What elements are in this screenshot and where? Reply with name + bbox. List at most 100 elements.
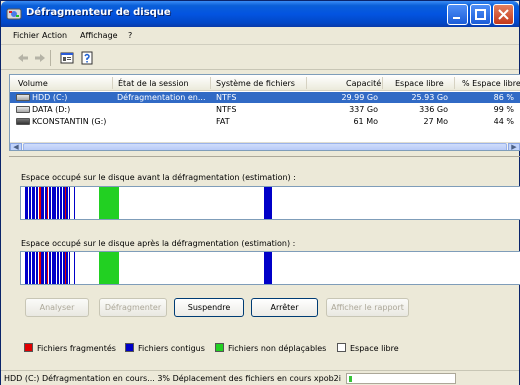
volume-free-percent: 99 % — [493, 105, 514, 114]
volume-free-percent: 44 % — [493, 117, 514, 126]
toolbar — [1, 46, 519, 70]
volume-status: Défragmentation en... — [117, 93, 206, 102]
contiguous-block — [69, 252, 70, 284]
defrag-progress-bar — [346, 373, 456, 384]
volume-filesystem: FAT — [216, 117, 230, 126]
scroll-left-button[interactable]: ◀ — [10, 143, 22, 150]
volume-capacity: 337 Go — [349, 105, 378, 114]
legend-unmovable-label: Fichiers non déplaçables — [228, 344, 327, 353]
volume-name: KCONSTANTIN (G:) — [32, 117, 107, 126]
defrag-progress-fill — [349, 376, 352, 382]
column-divider[interactable] — [306, 77, 307, 89]
suspend-button[interactable]: Suspendre — [174, 298, 244, 317]
hard-drive-icon — [16, 94, 30, 101]
legend-free-label: Espace libre — [350, 344, 399, 353]
legend-fragmented: Fichiers fragmentés — [24, 343, 116, 355]
menu-fichier[interactable]: Fichier — [13, 31, 39, 40]
contiguous-block — [25, 187, 28, 219]
maximize-button[interactable] — [470, 4, 491, 25]
contiguous-block — [49, 187, 51, 219]
defragment-button[interactable]: Défragmenter — [99, 298, 167, 317]
menu-affichage[interactable]: Affichage — [80, 31, 118, 40]
status-text: HDD (C:) Défragmentation en cours... 3% … — [4, 374, 341, 383]
contiguous-block — [74, 187, 75, 219]
back-arrow-icon[interactable] — [15, 50, 31, 66]
volume-free: 336 Go — [419, 105, 448, 114]
contiguous-block — [74, 252, 75, 284]
volume-row[interactable]: KCONSTANTIN (G:) FAT 61 Mo 27 Mo 44 % — [10, 116, 520, 127]
contiguous-block — [41, 252, 44, 284]
scroll-thumb[interactable] — [23, 143, 507, 150]
menu-help[interactable]: ? — [128, 31, 132, 40]
contiguous-block — [264, 187, 272, 219]
column-filesystem[interactable]: Système de fichiers — [216, 79, 295, 88]
contiguous-block — [41, 187, 44, 219]
contiguous-block — [32, 187, 35, 219]
contiguous-block — [29, 187, 31, 219]
pane-divider[interactable] — [9, 156, 520, 157]
contiguous-block — [29, 252, 31, 284]
legend-fragmented-label: Fichiers fragmentés — [37, 344, 116, 353]
contiguous-block — [264, 252, 272, 284]
window-title: Défragmenteur de disque — [26, 7, 171, 18]
menu-action[interactable]: Action — [42, 31, 67, 40]
contiguous-block — [32, 252, 35, 284]
volume-name: HDD (C:) — [32, 93, 68, 102]
contiguous-block — [25, 252, 28, 284]
volume-free-percent: 86 % — [493, 93, 514, 102]
menu-bar: Fichier Action Affichage ? — [1, 27, 519, 45]
column-divider[interactable] — [210, 77, 211, 89]
contiguous-block — [60, 252, 62, 284]
column-free-space[interactable]: Espace libre — [395, 79, 444, 88]
unmovable-block — [99, 252, 119, 284]
column-divider[interactable] — [382, 77, 383, 89]
properties-icon[interactable] — [59, 50, 75, 66]
contiguous-block — [57, 187, 59, 219]
contiguous-block — [36, 252, 38, 284]
legend-contiguous: Fichiers contigus — [125, 343, 205, 355]
fragmented-block — [47, 187, 48, 219]
maximize-icon — [475, 9, 486, 20]
volume-free: 25.93 Go — [411, 93, 448, 102]
unmovable-swatch — [215, 343, 224, 352]
help-icon[interactable] — [79, 50, 95, 66]
volume-free: 27 Mo — [423, 117, 448, 126]
contiguous-block — [52, 252, 56, 284]
column-capacity[interactable]: Capacité — [346, 79, 381, 88]
scroll-right-button[interactable]: ▶ — [508, 143, 520, 150]
column-divider[interactable] — [112, 77, 113, 89]
view-report-button[interactable]: Afficher le rapport — [326, 298, 409, 317]
volume-list[interactable]: Volume État de la session Système de fic… — [9, 74, 520, 151]
forward-arrow-icon[interactable] — [32, 50, 48, 66]
fragmented-swatch — [24, 343, 33, 352]
volume-name: DATA (D:) — [32, 105, 71, 114]
volume-filesystem: NTFS — [216, 105, 237, 114]
defrag-window: Défragmenteur de disque Fichier Action A… — [0, 0, 520, 385]
analyse-button[interactable]: Analyser — [25, 298, 89, 317]
disk-map-after — [20, 251, 520, 285]
contiguous-swatch — [125, 343, 134, 352]
minimize-button[interactable] — [447, 4, 468, 25]
fragmented-block — [47, 252, 48, 284]
volume-filesystem: NTFS — [216, 93, 237, 102]
contiguous-block — [36, 187, 38, 219]
volume-capacity: 61 Mo — [353, 117, 378, 126]
volume-row[interactable]: HDD (C:) Défragmentation en... NTFS 29.9… — [10, 92, 520, 103]
column-free-percent[interactable]: % Espace libre — [462, 79, 520, 88]
title-bar[interactable]: Défragmenteur de disque — [1, 1, 519, 27]
contiguous-block — [66, 252, 68, 284]
volume-row[interactable]: DATA (D:) NTFS 337 Go 336 Go 99 % — [10, 104, 520, 115]
defrag-app-icon — [6, 8, 22, 20]
removable-drive-icon — [16, 118, 30, 125]
column-volume[interactable]: Volume — [18, 79, 48, 88]
horizontal-scrollbar[interactable]: ◀ ▶ — [10, 142, 520, 150]
contiguous-block — [60, 187, 62, 219]
volume-list-header: Volume État de la session Système de fic… — [10, 75, 520, 91]
unmovable-block — [99, 187, 119, 219]
free-space-swatch — [337, 343, 346, 352]
close-button[interactable] — [493, 4, 514, 25]
column-divider[interactable] — [454, 77, 455, 89]
column-session-state[interactable]: État de la session — [118, 79, 189, 88]
stop-button[interactable]: Arrêter — [251, 298, 318, 317]
before-defrag-label: Espace occupé sur le disque avant la déf… — [21, 173, 296, 182]
